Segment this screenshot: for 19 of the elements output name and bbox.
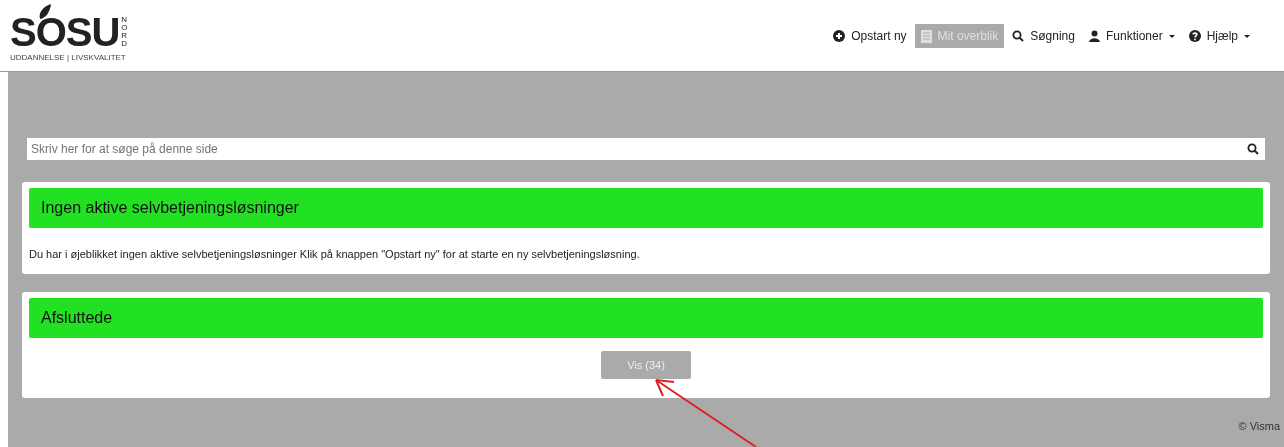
panel-message: Du har i øjeblikket ingen aktive selvbetjeningsløsninger Klik på knappen "Opstart ny" for at starte en ny selvbetjeningsløsning. [29, 247, 641, 262]
search-icon[interactable] [1247, 143, 1259, 155]
search-icon [1012, 30, 1025, 42]
nav-item[interactable]: Søgning [1006, 24, 1081, 48]
panel-title: Ingen aktive selvbetjeningsløsninger [29, 188, 1263, 228]
nav-item[interactable]: Hjælp [1182, 24, 1256, 48]
logo-subtext: NORD [121, 16, 129, 48]
help-icon [1188, 30, 1201, 42]
logo-text: SOSU [10, 12, 120, 52]
nav-item[interactable]: Opstart ny [827, 24, 913, 48]
document-icon [920, 29, 932, 43]
nav-item[interactable]: Funktioner [1082, 24, 1181, 48]
panel-title: Afsluttede [29, 298, 1263, 338]
plus-circle-icon [833, 30, 846, 42]
logo-tagline: UDDANNELSE | LIVSKVALITET [10, 53, 127, 62]
user-icon [1088, 30, 1100, 42]
copyright-text: © Visma [1238, 420, 1280, 432]
leaf-icon [38, 4, 52, 20]
search-field[interactable]: Skriv her for at søge på denne side [27, 138, 1265, 160]
